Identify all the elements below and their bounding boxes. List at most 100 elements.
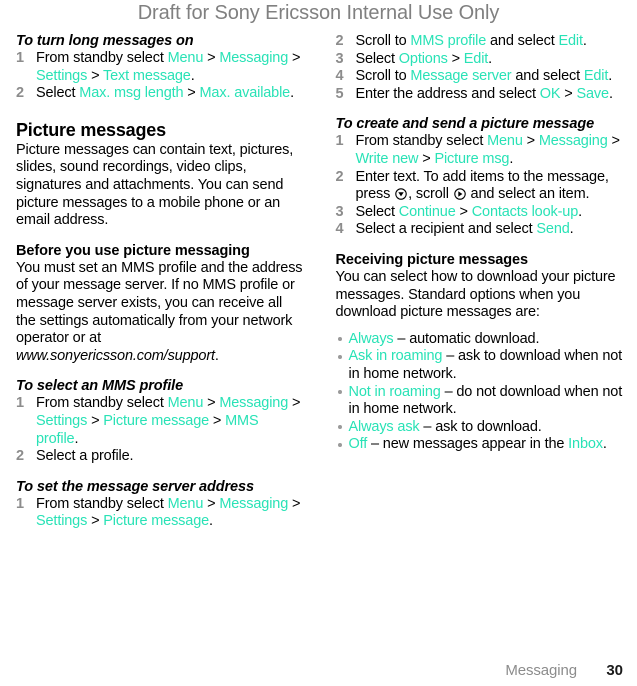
navigation-key-right-icon (453, 188, 466, 200)
list-item-text: Off – new messages appear in the Inbox. (349, 436, 607, 452)
ui-reference[interactable]: Menu (168, 496, 204, 512)
ui-reference[interactable]: Picture msg (434, 151, 509, 167)
ui-reference[interactable]: MMS profile (410, 33, 486, 49)
text-run: – automatic download. (393, 330, 540, 347)
text-run: . (578, 203, 583, 220)
ui-reference[interactable]: Menu (487, 133, 523, 149)
ui-reference[interactable]: Messaging (219, 395, 288, 411)
step-number: 4 (335, 68, 344, 85)
ui-reference[interactable]: Settings (36, 68, 87, 84)
step-text: Enter text. To add items to the message,… (356, 169, 626, 204)
text-run: > (455, 203, 472, 220)
list-item: Not in roaming – do not download when no… (336, 384, 626, 419)
ui-reference[interactable]: Contacts look-up (472, 204, 579, 220)
text-run: . (190, 67, 195, 84)
text-run: > (418, 150, 435, 167)
ui-reference[interactable]: Edit (584, 68, 609, 84)
subsection-heading: Before you use picture messaging (16, 242, 250, 259)
step-text: Scroll to MMS profile and select Edit. (356, 33, 626, 51)
text-run: . (488, 50, 493, 67)
page-footer: Messaging 30 (0, 659, 637, 681)
ui-reference[interactable]: Max. available (200, 85, 291, 101)
ui-reference[interactable]: Write new (356, 151, 419, 167)
step-list: 1 From standby select Menu > Messaging > … (336, 133, 626, 239)
text-run: and select (486, 33, 559, 49)
procedure-set-message-server-address-continued: 2 Scroll to MMS profile and select Edit. 3… (336, 33, 626, 103)
list-item: Off – new messages appear in the Inbox. (336, 436, 626, 454)
ui-reference[interactable]: Settings (36, 513, 87, 529)
ui-reference[interactable]: Settings (36, 413, 87, 429)
text-run: Select a recipient and select (355, 221, 537, 238)
text-run: You must set an MMS profile and the addr… (16, 259, 303, 347)
ui-reference[interactable]: Always ask (349, 419, 420, 435)
text-run: . (290, 85, 294, 102)
ui-reference[interactable]: OK (540, 86, 561, 102)
text-run: > (288, 395, 301, 412)
step-number: 2 (16, 448, 24, 465)
text-run: . (74, 430, 79, 447)
ui-reference[interactable]: Menu (168, 395, 204, 411)
step-number: 5 (335, 85, 344, 102)
ui-reference[interactable]: Edit (558, 33, 583, 49)
procedure-title: To create and send a picture message (335, 116, 595, 133)
text-run: > (522, 133, 539, 150)
step-list: 1 From standby select Menu > Messaging > … (16, 395, 305, 465)
ui-reference[interactable]: Continue (399, 204, 456, 220)
left-column: To turn long messages on 1 From standby s… (0, 33, 319, 531)
text-run: > (87, 412, 104, 429)
two-column-body: To turn long messages on 1 From standby s… (0, 33, 637, 531)
step-number: 1 (16, 395, 24, 412)
procedure-create-and-send-picture-message: To create and send a picture message 1 Fr… (336, 116, 626, 239)
text-run: From standby select (36, 50, 168, 66)
subsection-heading: Receiving picture messages (335, 251, 529, 268)
step-item: 5 Enter the address and select OK > Save. (336, 86, 626, 104)
step-list: 1 From standby select Menu > Messaging > … (16, 50, 305, 103)
ui-reference[interactable]: Menu (168, 50, 204, 66)
ui-reference[interactable]: Options (399, 51, 448, 67)
text-run: > (183, 85, 200, 102)
ui-reference[interactable]: Not in roaming (349, 384, 441, 400)
ui-reference[interactable]: Ask in roaming (349, 348, 443, 364)
ui-reference[interactable]: Picture message (103, 413, 209, 429)
list-item-text: Always ask – ask to download. (349, 419, 542, 435)
text-run: . (509, 150, 514, 167)
text-run: Select (355, 203, 399, 220)
text-run: > (87, 67, 104, 84)
section-body: Picture messages can contain text, pictu… (16, 141, 294, 229)
ui-reference[interactable]: Always (349, 331, 394, 347)
list-item: Always ask – ask to download. (336, 419, 626, 437)
step-text: Select Options > Edit. (356, 51, 626, 69)
ui-reference[interactable]: Messaging (539, 133, 608, 149)
text-run: . (214, 347, 219, 364)
procedure-turn-long-messages-on: To turn long messages on 1 From standby s… (16, 33, 305, 103)
text-run: . (582, 33, 587, 49)
ui-reference[interactable]: Picture message (103, 513, 209, 529)
text-run: – ask to download. (419, 418, 542, 435)
text-run: – new messages appear in the (367, 436, 569, 453)
ui-reference[interactable]: Inbox (568, 436, 603, 452)
step-item: 2 Select a profile. (16, 448, 305, 466)
ui-reference[interactable]: Edit (464, 51, 489, 67)
ui-reference[interactable]: Messaging (219, 50, 288, 66)
ui-reference[interactable]: Send (536, 221, 569, 237)
subsection-body: You can select how to download your pict… (335, 268, 616, 321)
subsection-body: You must set an MMS profile and the addr… (16, 260, 305, 366)
step-text: From standby select Menu > Messaging > W… (356, 133, 626, 168)
ui-reference[interactable]: Text message (103, 68, 191, 84)
bullet-icon (337, 425, 342, 430)
ui-reference[interactable]: Max. msg length (79, 85, 183, 101)
text-run: > (203, 495, 220, 512)
bullet-icon (337, 390, 342, 394)
step-text: Select a recipient and select Send. (356, 221, 626, 239)
ui-reference[interactable]: Off (349, 436, 368, 452)
step-item: 4 Scroll to Message server and select Edi… (336, 68, 626, 86)
ui-reference[interactable]: Save (577, 86, 610, 102)
step-list: 2 Scroll to MMS profile and select Edit. 3… (336, 33, 626, 103)
list-item-text: Always – automatic download. (349, 331, 540, 347)
ui-reference[interactable]: Message server (410, 68, 511, 84)
bullet-icon (337, 442, 342, 447)
text-run: Select (36, 85, 80, 102)
ui-reference[interactable]: Messaging (219, 496, 288, 512)
